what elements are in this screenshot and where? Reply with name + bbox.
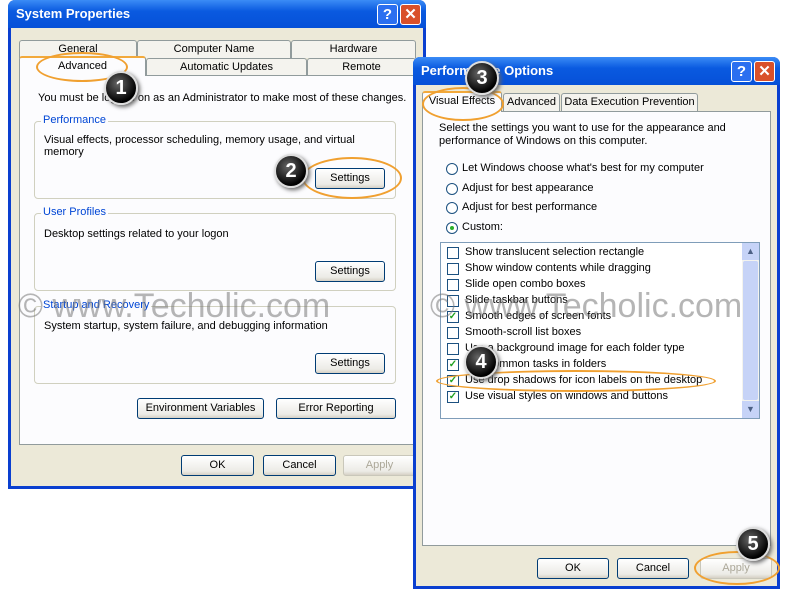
- scroll-up-icon[interactable]: ▲: [742, 243, 759, 260]
- option-label[interactable]: Smooth-scroll list boxes: [465, 326, 581, 338]
- error-reporting-button[interactable]: Error Reporting: [276, 398, 396, 419]
- scrollbar[interactable]: ▲ ▼: [742, 243, 759, 418]
- startup-settings-button[interactable]: Settings: [315, 353, 385, 374]
- user-profiles-group: User Profiles Desktop settings related t…: [34, 206, 396, 291]
- checkbox[interactable]: [447, 327, 459, 339]
- group-desc: Desktop settings related to your logon: [44, 228, 229, 240]
- scroll-down-icon[interactable]: ▼: [742, 401, 759, 418]
- checkbox[interactable]: ✓: [447, 359, 459, 371]
- callout-2: 2: [274, 154, 308, 188]
- highlight-ring: [302, 157, 402, 199]
- ok-button[interactable]: OK: [181, 455, 254, 476]
- highlight-ring: [422, 87, 504, 121]
- tab-data-execution-prevention[interactable]: Data Execution Prevention: [561, 93, 698, 112]
- radio-label[interactable]: Adjust for best performance: [462, 201, 597, 213]
- option-label[interactable]: Show window contents while dragging: [465, 262, 651, 274]
- help-button[interactable]: ?: [731, 61, 752, 82]
- callout-4: 4: [464, 345, 498, 379]
- intro-text: Select the settings you want to use for …: [439, 122, 726, 147]
- cancel-button[interactable]: Cancel: [617, 558, 689, 579]
- cancel-button[interactable]: Cancel: [263, 455, 336, 476]
- scroll-thumb[interactable]: [743, 261, 758, 400]
- callout-3: 3: [465, 61, 499, 95]
- watermark: © www.Techolic.com: [18, 287, 331, 325]
- radio-label[interactable]: Let Windows choose what's best for my co…: [462, 162, 704, 174]
- option-label[interactable]: Use a background image for each folder t…: [465, 342, 685, 354]
- close-button[interactable]: ✕: [754, 61, 775, 82]
- help-button[interactable]: ?: [377, 4, 398, 25]
- visual-effects-panel: Select the settings you want to use for …: [422, 111, 771, 546]
- effects-listbox[interactable]: Show translucent selection rectangle Show…: [440, 242, 760, 419]
- radio-button[interactable]: [446, 163, 458, 175]
- close-button[interactable]: ✕: [400, 4, 421, 25]
- tab-automatic-updates[interactable]: Automatic Updates: [146, 58, 307, 75]
- group-label: User Profiles: [41, 206, 108, 218]
- radio-button[interactable]: [446, 182, 458, 195]
- ok-button[interactable]: OK: [537, 558, 609, 579]
- window-title: System Properties ? ✕: [8, 0, 426, 28]
- group-desc: Visual effects, processor scheduling, me…: [44, 134, 355, 158]
- group-label: Performance: [41, 114, 108, 126]
- admin-notice: You must be logged on as an Administrato…: [38, 92, 407, 104]
- radio-label[interactable]: Adjust for best appearance: [462, 182, 593, 194]
- highlight-ring: [694, 551, 780, 585]
- checkbox[interactable]: [447, 263, 459, 275]
- apply-button[interactable]: Apply: [343, 455, 416, 476]
- advanced-panel: You must be logged on as an Administrato…: [19, 75, 417, 445]
- checkbox[interactable]: ✓: [447, 391, 459, 403]
- radio-button[interactable]: [446, 202, 458, 214]
- watermark: © www.Techolic.com: [430, 287, 743, 325]
- callout-1: 1: [104, 71, 138, 105]
- radio-label[interactable]: Custom:: [462, 221, 503, 233]
- user-profiles-settings-button[interactable]: Settings: [315, 261, 385, 282]
- option-label[interactable]: Show translucent selection rectangle: [465, 246, 644, 258]
- tab-computer-name[interactable]: Computer Name: [137, 40, 291, 58]
- tab-remote[interactable]: Remote: [307, 58, 416, 75]
- radio-button[interactable]: [446, 221, 458, 234]
- callout-5: 5: [736, 527, 770, 561]
- tab-hardware[interactable]: Hardware: [291, 40, 416, 58]
- title-text: System Properties: [16, 6, 131, 21]
- environment-variables-button[interactable]: Environment Variables: [137, 398, 264, 419]
- checkbox[interactable]: [447, 247, 459, 259]
- tab-advanced[interactable]: Advanced: [503, 93, 560, 112]
- checkbox[interactable]: [447, 343, 459, 355]
